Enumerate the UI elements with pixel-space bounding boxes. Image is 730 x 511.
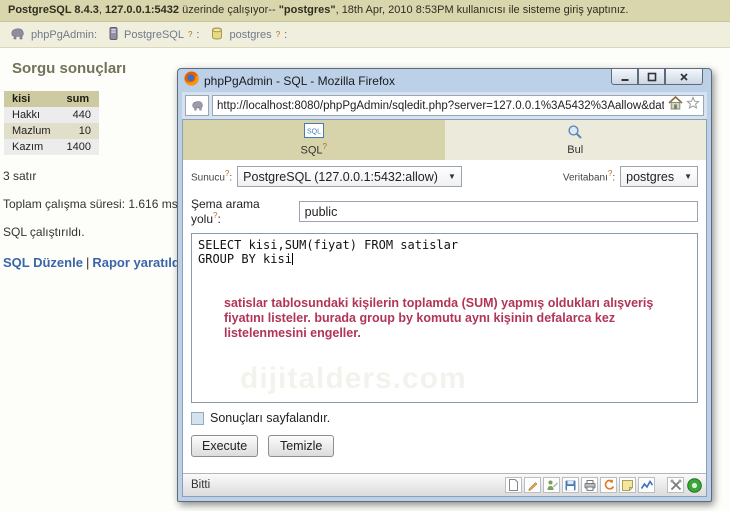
- window-title: phpPgAdmin - SQL - Mozilla Firefox: [204, 73, 395, 88]
- schema-row: Şema arama yolu?:: [183, 191, 706, 230]
- database-select-value: postgres: [626, 169, 675, 184]
- table-row: Hakkı 440: [4, 107, 99, 123]
- firefox-window: phpPgAdmin - SQL - Mozilla Firefox http:…: [177, 68, 712, 502]
- schema-path-input[interactable]: [298, 201, 698, 222]
- sql-help-link[interactable]: ?: [323, 142, 327, 151]
- bookmark-star-icon[interactable]: [686, 96, 700, 115]
- watermark: dijitalders.com: [240, 362, 467, 395]
- browser-content: SQL SQL? Bul Sunucu?: PostgreSQL (127.0.…: [182, 119, 707, 497]
- execute-button[interactable]: Execute: [191, 435, 259, 457]
- server-select[interactable]: PostgreSQL (127.0.0.1:5432:allow) ▼: [237, 166, 462, 187]
- desktop: PostgreSQL 8.4.3, 127.0.0.1:5432 üzerind…: [0, 0, 730, 511]
- breadcrumb-server[interactable]: PostgreSQL: [124, 29, 184, 41]
- table-header-row: kisi sum: [4, 91, 99, 107]
- chevron-down-icon: ▼: [447, 172, 456, 181]
- minimize-button[interactable]: [611, 69, 638, 85]
- table-row: Kazım 1400: [4, 139, 99, 155]
- edit-pencil-icon[interactable]: [524, 477, 541, 493]
- mode-tabs: SQL SQL? Bul: [183, 120, 706, 160]
- tab-find-label: Bul: [567, 144, 584, 156]
- window-controls: [611, 69, 703, 85]
- live-graph-icon[interactable]: [638, 477, 655, 493]
- schema-label: Şema arama yolu?:: [191, 197, 260, 226]
- server-help-link[interactable]: ?: [188, 30, 192, 39]
- server-label: Sunucu?:: [191, 169, 233, 184]
- tab-sql-label: SQL?: [300, 142, 327, 157]
- status-ok-icon[interactable]: [686, 477, 702, 493]
- new-document-icon[interactable]: [505, 477, 522, 493]
- undo-arrow-icon[interactable]: [600, 477, 617, 493]
- edit-sql-link[interactable]: SQL Düzenle: [3, 255, 83, 270]
- server-select-value: PostgreSQL (127.0.0.1:5432:allow): [243, 169, 438, 184]
- status-bar-text: Bitti: [191, 479, 211, 491]
- col-header-kisi: kisi: [4, 91, 59, 107]
- database-icon: [211, 26, 223, 43]
- url-field-wrap: [212, 95, 704, 116]
- server-version: PostgreSQL 8.4.3: [8, 4, 99, 16]
- save-disk-icon[interactable]: [562, 477, 579, 493]
- chevron-down-icon: ▼: [684, 172, 692, 181]
- paginate-checkbox[interactable]: [191, 411, 204, 425]
- database-label: Veritabanı?:: [562, 169, 616, 184]
- paginate-row: Sonuçları sayfalandır.: [183, 403, 706, 427]
- firefox-icon: [184, 71, 199, 91]
- button-row: Execute Temizle: [183, 427, 706, 465]
- server-address: 127.0.0.1:5432: [105, 4, 180, 16]
- server-row: Sunucu?: PostgreSQL (127.0.0.1:5432:allo…: [183, 160, 706, 191]
- close-button[interactable]: [665, 69, 703, 85]
- tools-wrench-icon[interactable]: [667, 477, 684, 493]
- sql-editor[interactable]: SELECT kisi,SUM(fiyat) FROM satislar GRO…: [191, 233, 698, 403]
- search-icon: [567, 124, 583, 143]
- location-bar: [182, 92, 707, 119]
- favicon: [185, 95, 209, 116]
- login-user: "postgres": [278, 4, 336, 16]
- maximize-button[interactable]: [638, 69, 665, 85]
- results-table: kisi sum Hakkı 440 Mazlum 10 Kazım 1400: [4, 91, 99, 155]
- server-info-bar: PostgreSQL 8.4.3, 127.0.0.1:5432 üzerind…: [0, 0, 730, 22]
- window-titlebar[interactable]: phpPgAdmin - SQL - Mozilla Firefox: [178, 69, 711, 92]
- annotation-note: satislar tablosundaki kişilerin toplamda…: [224, 296, 654, 340]
- sticky-note-icon[interactable]: [619, 477, 636, 493]
- svg-text:SQL: SQL: [307, 129, 321, 136]
- home-icon[interactable]: [668, 96, 683, 115]
- table-row: Mazlum 10: [4, 123, 99, 139]
- tab-sql[interactable]: SQL SQL?: [183, 120, 445, 160]
- status-bar-icons: [505, 477, 702, 493]
- url-input[interactable]: [213, 99, 668, 112]
- col-header-sum: sum: [58, 91, 99, 107]
- database-help-link[interactable]: ?: [276, 30, 280, 39]
- breadcrumb-database[interactable]: postgres: [229, 29, 271, 41]
- breadcrumb-app[interactable]: phpPgAdmin:: [31, 29, 97, 41]
- paginate-label: Sonuçları sayfalandır.: [210, 411, 331, 425]
- report-link[interactable]: Rapor yaratıldı.: [92, 255, 187, 270]
- breadcrumb: phpPgAdmin: PostgreSQL?: postgres?:: [0, 22, 730, 48]
- sql-tab-icon: SQL: [303, 123, 324, 141]
- clear-button[interactable]: Temizle: [268, 435, 335, 457]
- phppgadmin-elephant-icon: [10, 27, 25, 43]
- printer-icon[interactable]: [581, 477, 598, 493]
- compose-page-icon[interactable]: [543, 477, 560, 493]
- database-select[interactable]: postgres ▼: [620, 166, 698, 187]
- tab-find[interactable]: Bul: [444, 120, 706, 160]
- server-icon: [109, 26, 118, 43]
- status-bar: Bitti: [183, 473, 706, 496]
- sql-query-text[interactable]: SELECT kisi,SUM(fiyat) FROM satislar GRO…: [192, 234, 697, 270]
